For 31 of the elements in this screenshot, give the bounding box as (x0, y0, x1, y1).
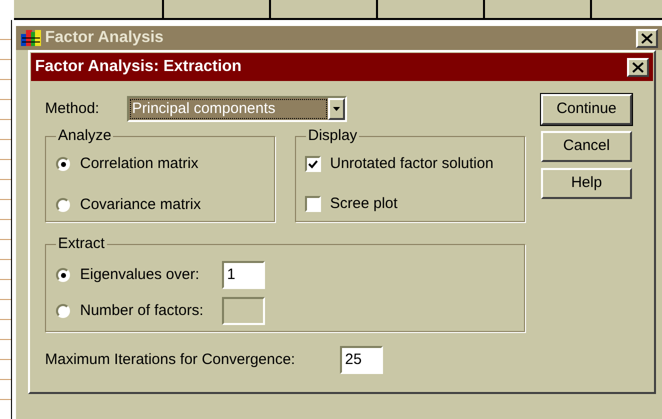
window-title: Factor Analysis (45, 28, 165, 48)
group-title: Display (306, 127, 360, 145)
radio-label: Number of factors: (80, 300, 204, 321)
radio-button[interactable] (56, 157, 70, 172)
dialog-button[interactable]: Help (541, 168, 632, 199)
close-icon (632, 62, 644, 72)
checkbox[interactable] (305, 196, 321, 212)
radio-button[interactable] (56, 268, 70, 282)
close-button[interactable] (636, 28, 658, 48)
app-icon (20, 28, 42, 48)
method-dropdown[interactable]: Principal components (127, 96, 347, 122)
dialog-button[interactable]: Cancel (541, 131, 632, 162)
radio-button[interactable] (56, 198, 70, 212)
close-button[interactable] (627, 58, 649, 76)
input-field[interactable]: 1 (222, 261, 265, 289)
checkbox[interactable] (305, 156, 321, 172)
method-label: Method: (45, 98, 100, 119)
dialog-button[interactable]: Continue (541, 94, 632, 125)
dropdown-value: Principal components (129, 98, 328, 120)
max-iterations-label: Maximum Iterations for Convergence: (45, 350, 296, 370)
radio-label: Correlation matrix (80, 154, 198, 174)
checkbox-label: Scree plot (330, 194, 398, 214)
input-field[interactable]: 25 (340, 346, 383, 374)
caret-icon (333, 107, 340, 111)
close-icon (641, 32, 653, 44)
radio-label: Eigenvalues over: (80, 264, 200, 285)
dialog-title: Factor Analysis: Extraction (35, 57, 243, 77)
group-title: Analyze (56, 127, 114, 145)
radio-label: Covariance matrix (80, 194, 201, 214)
checkmark-icon (308, 160, 318, 169)
checkbox-label: Unrotated factor solution (330, 154, 494, 174)
